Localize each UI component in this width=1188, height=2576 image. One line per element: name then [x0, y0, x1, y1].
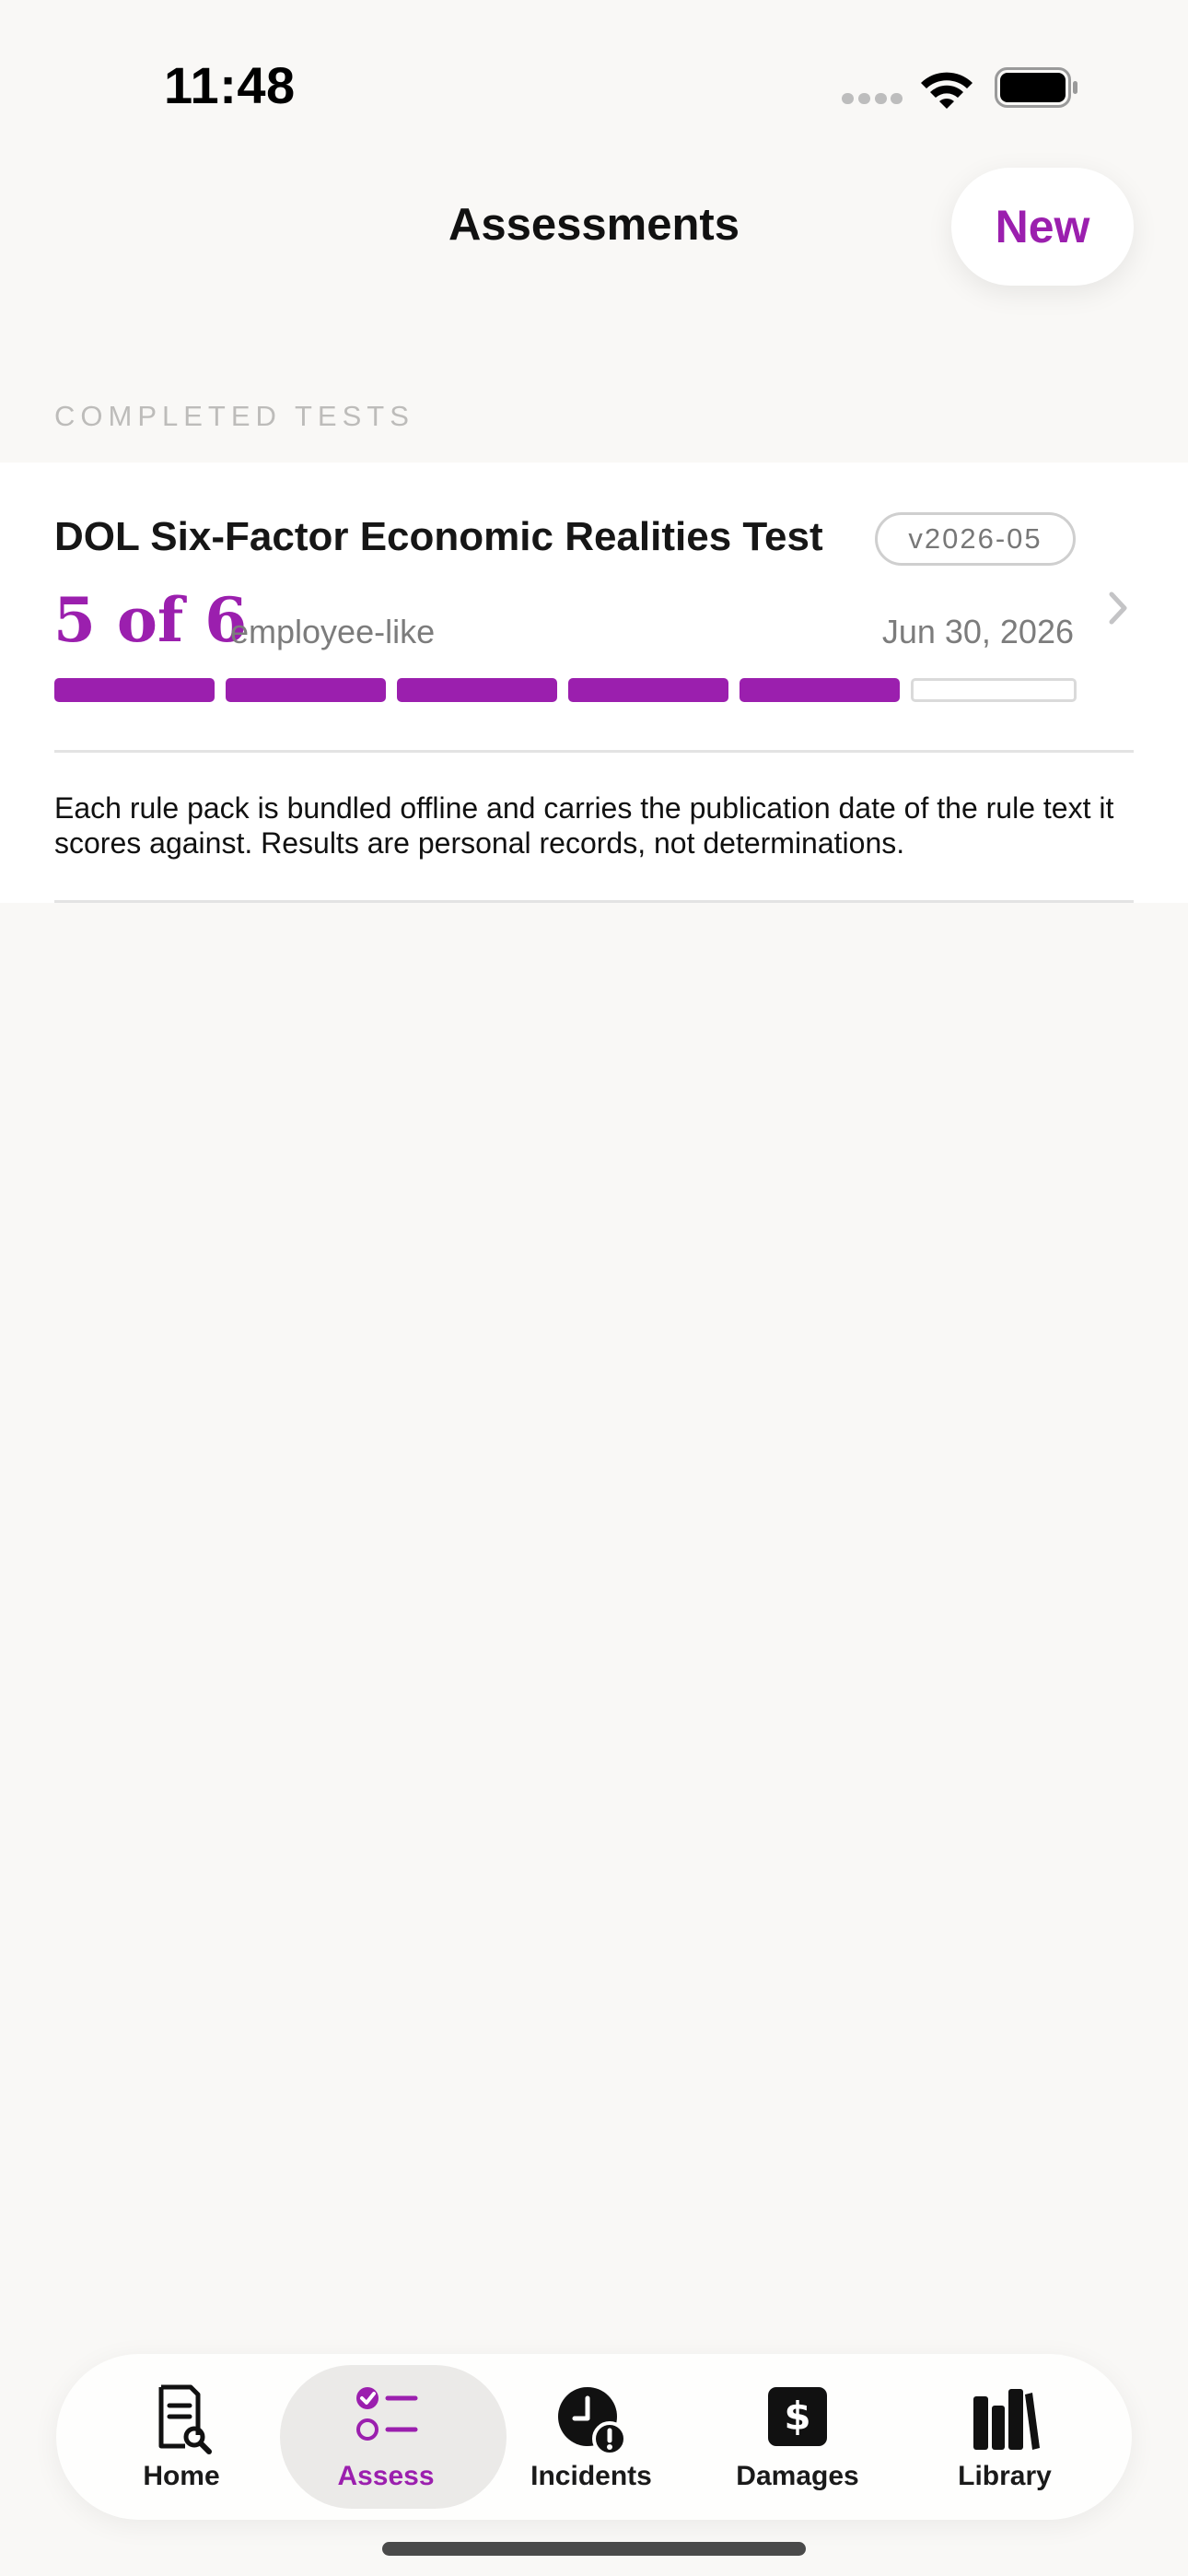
- test-row[interactable]: DOL Six-Factor Economic Realities Test v…: [0, 463, 1188, 750]
- test-date: Jun 30, 2026: [881, 613, 1074, 650]
- document-search-icon: [158, 2384, 212, 2454]
- tab-assess-label: Assess: [337, 2461, 435, 2491]
- version-badge: v2026-05: [875, 512, 1076, 566]
- home-indicator: [382, 2542, 806, 2556]
- status-bar: 11:48: [0, 0, 1188, 166]
- tab-bar: Home Assess Incidents $ Damages Library: [56, 2354, 1132, 2520]
- tab-assess[interactable]: Assess: [280, 2354, 507, 2520]
- progress-segment-filled: [568, 678, 728, 702]
- clock-alert-icon: [558, 2387, 627, 2455]
- factor-progress-bar: [54, 678, 1077, 702]
- checklist-icon: [356, 2387, 418, 2441]
- row-divider: [54, 750, 1134, 753]
- section-header-completed-tests: COMPLETED TESTS: [54, 400, 414, 432]
- test-classification: employee-like: [230, 613, 436, 650]
- progress-segment-filled: [226, 678, 386, 702]
- battery-icon: [995, 67, 1077, 108]
- tab-incidents[interactable]: Incidents: [499, 2354, 683, 2520]
- test-title: DOL Six-Factor Economic Realities Test: [54, 514, 823, 559]
- test-score: 5 of 6: [53, 584, 248, 656]
- books-icon: [973, 2389, 1040, 2450]
- new-assessment-button[interactable]: New: [951, 168, 1134, 286]
- tab-library-label: Library: [958, 2461, 1052, 2491]
- signal-icon: [842, 93, 903, 104]
- tab-library[interactable]: Library: [913, 2354, 1097, 2520]
- status-time: 11:48: [164, 56, 296, 114]
- tab-damages-label: Damages: [736, 2461, 859, 2491]
- tab-incidents-label: Incidents: [530, 2461, 652, 2491]
- tab-damages[interactable]: $ Damages: [705, 2354, 890, 2520]
- tab-home-label: Home: [143, 2461, 220, 2491]
- dollar-icon: $: [768, 2387, 827, 2446]
- chevron-right-icon: [1109, 591, 1127, 625]
- svg-text:$: $: [784, 2394, 810, 2439]
- progress-segment-filled: [54, 678, 215, 702]
- progress-segment-empty: [911, 678, 1077, 702]
- footnote-text: Each rule pack is bundled offline and ca…: [54, 791, 1114, 860]
- footnote-divider: [54, 900, 1134, 903]
- tab-home[interactable]: Home: [89, 2354, 274, 2520]
- progress-segment-filled: [397, 678, 557, 702]
- progress-segment-filled: [740, 678, 900, 702]
- wifi-icon: [921, 72, 973, 109]
